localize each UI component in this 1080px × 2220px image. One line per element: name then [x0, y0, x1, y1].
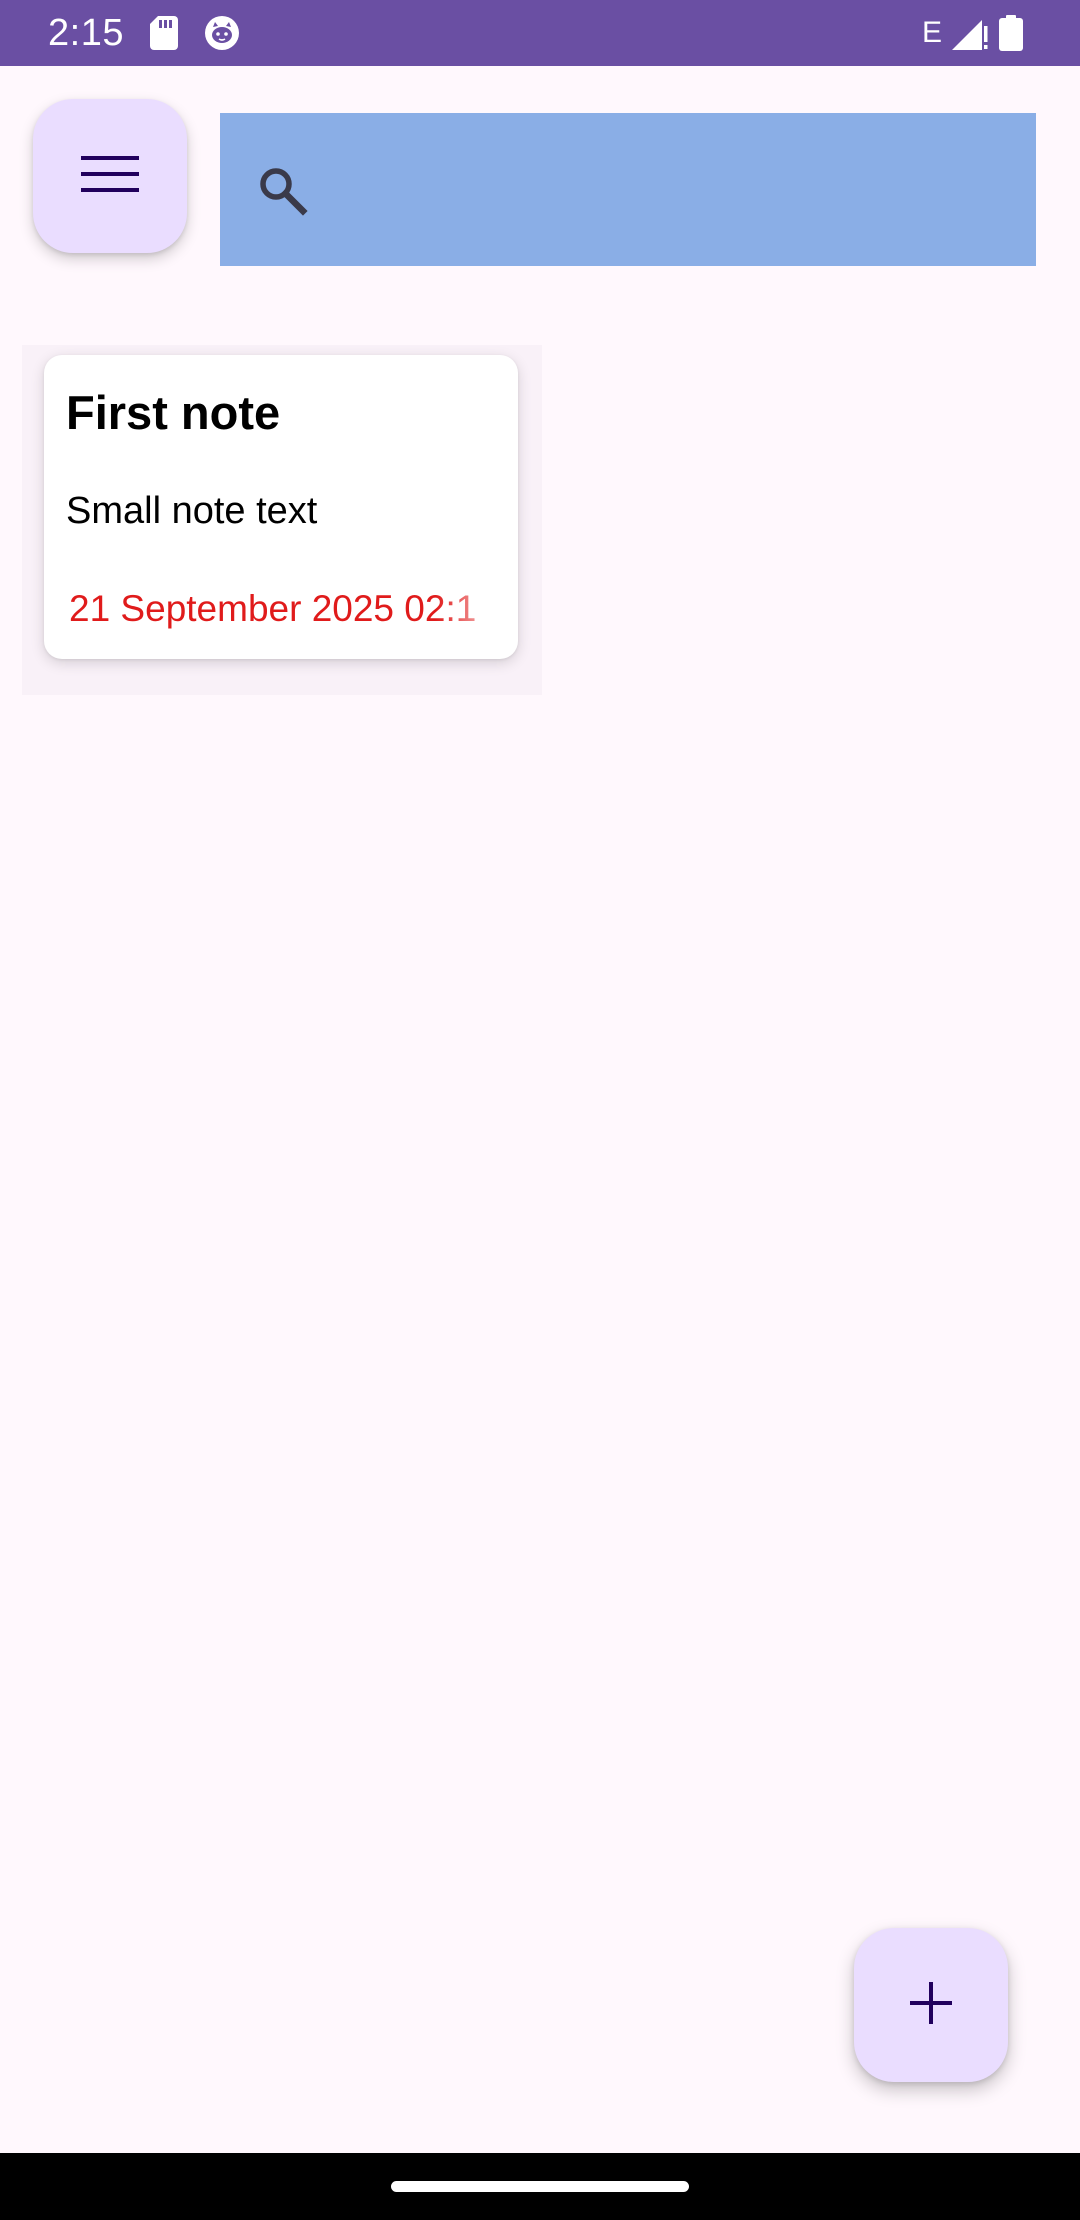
status-time: 2:15 — [48, 11, 124, 54]
hamburger-menu-icon — [81, 154, 139, 199]
search-input[interactable] — [308, 112, 1036, 267]
network-type-label: E — [921, 16, 942, 49]
note-text: Small note text — [66, 490, 318, 532]
home-gesture-handle[interactable] — [391, 2181, 689, 2192]
menu-button[interactable] — [33, 99, 187, 253]
signal-icon — [952, 16, 988, 50]
battery-icon — [998, 15, 1024, 51]
notes-screen: 2:15 E First note Small note text 21 Sep… — [0, 0, 1080, 2220]
search-bar[interactable] — [220, 112, 1036, 267]
note-card[interactable]: First note Small note text 21 September … — [44, 355, 518, 659]
status-bar: 2:15 E — [0, 0, 1080, 66]
plus-icon — [910, 1981, 952, 2029]
note-date: 21 September 2025 02:1 — [69, 588, 477, 629]
cat-face-icon — [204, 15, 240, 51]
add-note-button[interactable] — [854, 1928, 1008, 2082]
search-icon[interactable] — [256, 164, 308, 216]
sd-card-icon — [149, 16, 178, 50]
note-title: First note — [66, 386, 281, 439]
